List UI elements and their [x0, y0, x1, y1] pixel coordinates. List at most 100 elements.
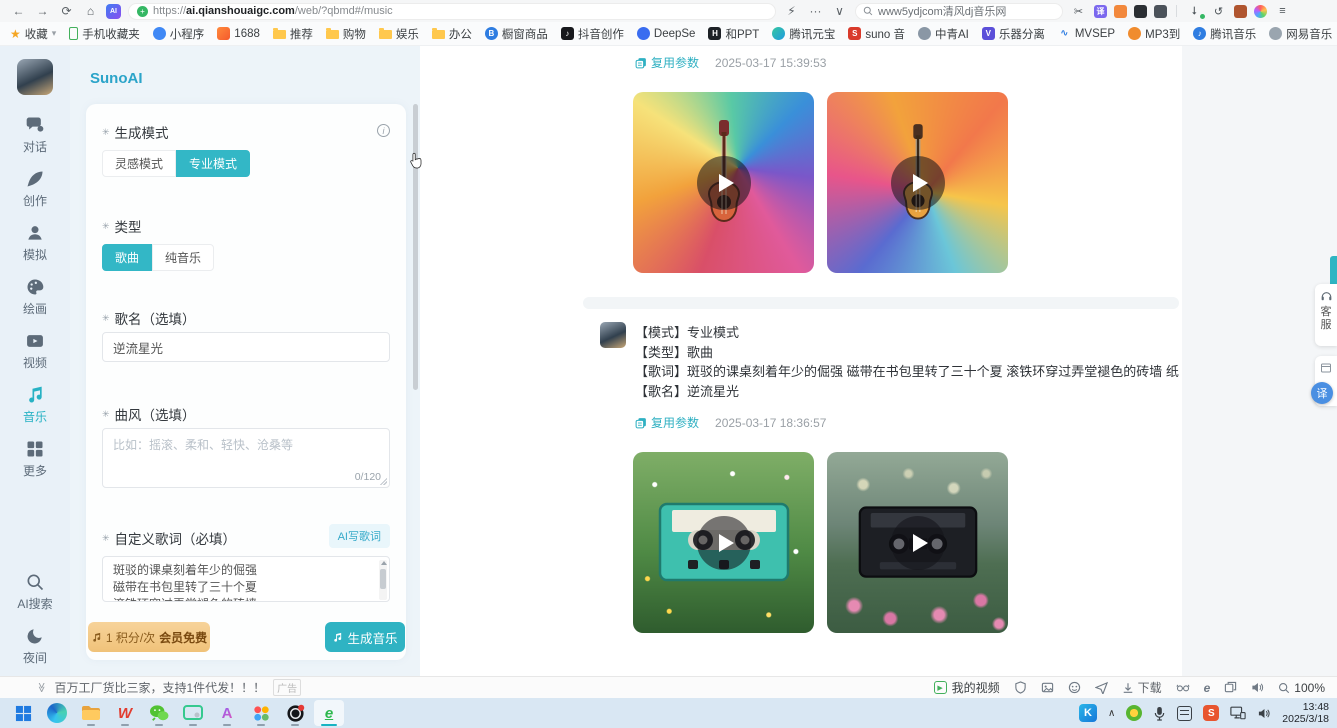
sidebar-item-create[interactable]: 创作: [23, 169, 47, 209]
extensions-icon[interactable]: [1154, 5, 1167, 18]
credit-cost-button[interactable]: 1 积分/次 会员免费: [88, 622, 210, 652]
bookmark-phone-favorites[interactable]: 手机收藏夹: [69, 26, 140, 42]
taskbar-ai-app[interactable]: A: [212, 700, 242, 726]
resize-handle-icon[interactable]: [379, 477, 387, 485]
network-icon[interactable]: [1230, 706, 1246, 720]
sidebar-item-music[interactable]: 音乐: [23, 385, 47, 425]
360-safety-tray-icon[interactable]: [1126, 705, 1142, 721]
status-ad-text[interactable]: 百万工厂货比三家，支持1件代发！！！: [54, 679, 265, 696]
bookmark-showcase[interactable]: B橱窗商品: [485, 26, 548, 42]
start-button[interactable]: [8, 700, 38, 726]
bookmark-netease-music[interactable]: 网易音乐: [1269, 26, 1332, 42]
ime-icon[interactable]: [1177, 706, 1192, 721]
translate-ext-icon[interactable]: 译: [1094, 5, 1107, 18]
sidebar-item-more[interactable]: 更多: [23, 439, 47, 479]
shield-icon[interactable]: [1014, 681, 1027, 694]
songname-input[interactable]: [102, 332, 390, 362]
bookmark-folder-shopping[interactable]: 购物: [326, 26, 366, 42]
taskbar-wechat[interactable]: [144, 700, 174, 726]
volume-tray-icon[interactable]: [1257, 707, 1271, 720]
lyrics-scrollbar[interactable]: [379, 560, 387, 600]
taskbar-color-app[interactable]: [246, 700, 276, 726]
speed-mode-icon[interactable]: ⚡: [783, 0, 800, 22]
taskbar-360-browser[interactable]: e: [314, 700, 344, 726]
kimi-tray-icon[interactable]: K: [1079, 704, 1097, 722]
back-icon[interactable]: ←: [10, 0, 27, 22]
sidebar-item-video[interactable]: 视频: [23, 331, 47, 371]
bookmark-instrument-split[interactable]: V乐器分离: [982, 26, 1045, 42]
bookmark-douyin-create[interactable]: ♪抖音创作: [561, 26, 624, 42]
play-button[interactable]: [891, 156, 945, 210]
style-textarea[interactable]: [103, 429, 389, 487]
bookmark-mp3[interactable]: MP3到: [1128, 26, 1180, 42]
my-video-button[interactable]: ▶我的视频: [934, 679, 1000, 696]
reuse-params-button[interactable]: 复用参数: [635, 414, 699, 431]
search-query[interactable]: www5ydjcom清风dj音乐网: [878, 3, 1006, 19]
sidebar-item-ai-search[interactable]: AI搜索: [17, 572, 52, 612]
site-favicon[interactable]: AI: [106, 4, 121, 19]
download-manager-icon[interactable]: ⭣: [1186, 5, 1203, 18]
bookmark-heppt[interactable]: H和PPT: [708, 26, 759, 42]
type-option-song[interactable]: 歌曲: [102, 244, 152, 271]
mode-option-inspiration[interactable]: 灵感模式: [102, 150, 176, 177]
bookmark-suno[interactable]: Ssuno 音: [848, 26, 905, 42]
play-button[interactable]: [697, 156, 751, 210]
bookmark-folder-office[interactable]: 办公: [432, 26, 472, 42]
bookmark-favorites[interactable]: ★收藏▾: [10, 26, 56, 42]
sogou-icon[interactable]: S: [1203, 705, 1219, 721]
bookmark-folder-entertainment[interactable]: 娱乐: [379, 26, 419, 42]
bookmark-zhongqing-ai[interactable]: 中青AI: [918, 26, 969, 42]
taskbar-explorer[interactable]: [76, 700, 106, 726]
taskbar-obs[interactable]: [280, 700, 310, 726]
bookmark-1688[interactable]: 1688: [217, 27, 260, 40]
generate-music-button[interactable]: 生成音乐: [325, 622, 405, 652]
track-cover-cassette-1[interactable]: [633, 452, 814, 633]
track-cover-guitar-2[interactable]: [827, 92, 1008, 273]
zoom-control[interactable]: 100%: [1278, 681, 1325, 695]
bookmark-deepseek[interactable]: DeepSe: [637, 27, 696, 40]
track-cover-cassette-2[interactable]: [827, 452, 1008, 633]
address-bar[interactable]: + https://ai.qianshouaigc.com/web/?qbmd#…: [128, 3, 776, 20]
site-safety-icon[interactable]: +: [137, 6, 148, 17]
more-actions-icon[interactable]: ···: [807, 0, 824, 22]
user-avatar[interactable]: [17, 59, 53, 95]
no-trace-glasses-icon[interactable]: [1176, 681, 1190, 694]
message-avatar[interactable]: [600, 322, 626, 348]
collapse-icon[interactable]: ≫: [36, 682, 47, 692]
home-icon[interactable]: ⌂: [82, 0, 99, 22]
screenshot-icon[interactable]: [1041, 681, 1054, 694]
sidebar-item-paint[interactable]: 绘画: [23, 277, 47, 317]
reuse-params-button[interactable]: 复用参数: [635, 54, 699, 71]
bookmark-qq-music[interactable]: ♪腾讯音乐: [1193, 26, 1256, 42]
ie-compat-icon[interactable]: e: [1204, 681, 1211, 695]
taskbar-clock[interactable]: 13:48 2025/3/18: [1282, 701, 1329, 725]
reader-mode-icon[interactable]: [1134, 5, 1147, 18]
sidebar-item-chat[interactable]: 对话: [23, 115, 47, 155]
send-icon[interactable]: [1095, 681, 1108, 694]
ai-write-lyrics-button[interactable]: AI写歌词: [329, 524, 390, 548]
bookmark-yuanbao[interactable]: 腾讯元宝: [772, 26, 835, 42]
mood-icon[interactable]: [1068, 681, 1081, 694]
sidebar-item-night-mode[interactable]: 夜间: [23, 626, 47, 666]
customer-service-widget[interactable]: 客服: [1315, 284, 1337, 346]
taskbar-wps[interactable]: W: [110, 700, 140, 726]
download-button[interactable]: 下载: [1122, 679, 1162, 696]
reload-icon[interactable]: ⟳: [58, 0, 75, 22]
microphone-icon[interactable]: [1153, 706, 1166, 721]
taskbar-screenshare[interactable]: [178, 700, 208, 726]
scrollbar-thumb[interactable]: [380, 569, 386, 589]
volume-icon[interactable]: [1251, 681, 1264, 694]
translate-button[interactable]: 译: [1311, 382, 1333, 404]
dropdown-icon[interactable]: ∨: [831, 0, 848, 22]
bookmark-miniprogram[interactable]: 小程序: [153, 26, 205, 42]
lyrics-textarea[interactable]: 斑驳的课桌刻着年少的倔强 磁带在书包里转了三十个夏 滚铁环穿过弄堂褪色的砖墙: [103, 557, 389, 601]
scissors-icon[interactable]: ✂: [1070, 5, 1087, 18]
game-center-icon[interactable]: [1114, 5, 1127, 18]
search-box[interactable]: www5ydjcom清风dj音乐网: [855, 3, 1063, 20]
play-button[interactable]: [697, 516, 751, 570]
bookmark-folder-recommend[interactable]: 推荐: [273, 26, 313, 42]
theme-icon[interactable]: [1254, 5, 1267, 18]
bookmark-mvsep[interactable]: ∿MVSEP: [1058, 27, 1115, 40]
mode-option-professional[interactable]: 专业模式: [176, 150, 250, 177]
menu-icon[interactable]: ≡: [1274, 5, 1291, 17]
